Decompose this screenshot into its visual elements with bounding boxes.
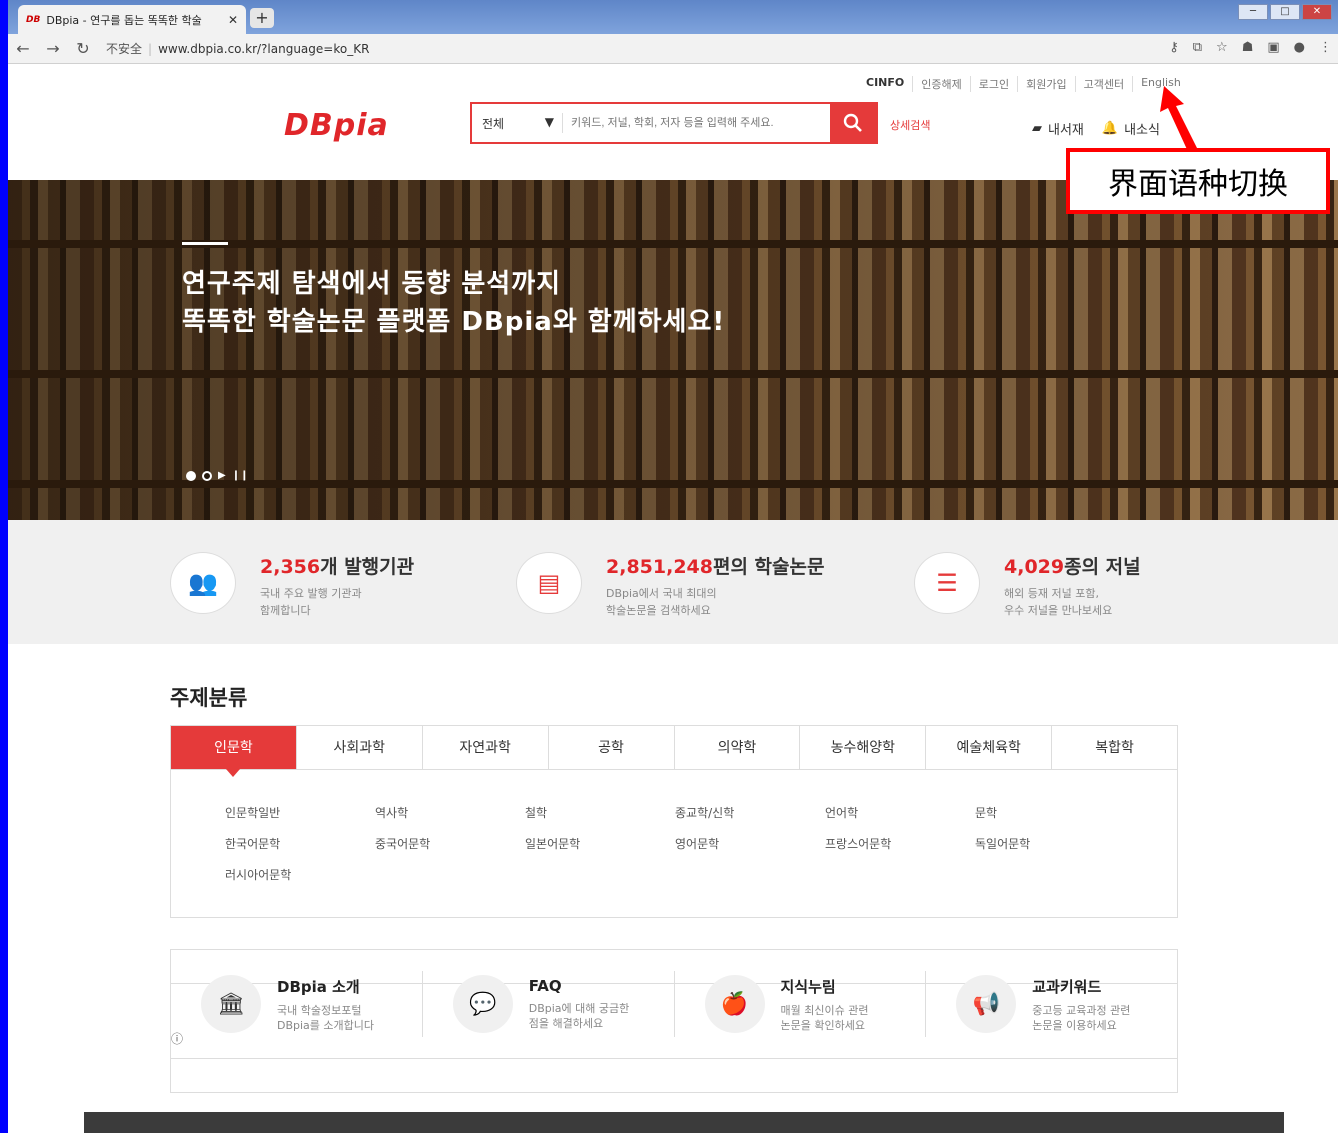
url-field[interactable]: ⓘ 不安全 | www.dbpia.co.kr/?language=ko_KR bbox=[106, 40, 1178, 1093]
search-box: 전체 ▼ bbox=[470, 102, 878, 144]
tab-bar: DB DBpia - 연구를 돕는 똑똑한 학술 ✕ + ─ □ ✕ bbox=[8, 0, 1338, 34]
info-keywords[interactable]: 📢 교과키워드 중고등 교육과정 관련 논문을 이용하세요 bbox=[925, 971, 1177, 1037]
toplink-signup[interactable]: 회원가입 bbox=[1017, 76, 1074, 92]
dropdown-arrow-icon: ▼ bbox=[544, 114, 554, 129]
my-library-link[interactable]: ▰ 내서재 bbox=[1032, 119, 1084, 138]
document-icon: ▤ bbox=[516, 552, 582, 614]
subject-box: 인문학 사회과학 자연과학 공학 의약학 농수해양학 예술체육학 복합학 인문학… bbox=[170, 725, 1178, 918]
key-icon[interactable]: ⚷ bbox=[1169, 40, 1179, 55]
my-news-link[interactable]: 🔔 내소식 bbox=[1102, 119, 1160, 138]
search-icon bbox=[843, 113, 862, 132]
building-icon: 🏛 bbox=[201, 975, 261, 1033]
books-icon: ☰ bbox=[914, 552, 980, 614]
info-section: 🏛 DBpia 소개 국내 학술정보포털 DBpia를 소개합니다 💬 FAQ DBp… bbox=[170, 949, 1178, 1059]
subject-item[interactable]: 러시아어문학 bbox=[225, 866, 375, 883]
search-button[interactable] bbox=[830, 103, 876, 143]
info-knowledge[interactable]: 🍎 지식누림 매월 최신이슈 관련 논문을 확인하세요 bbox=[673, 971, 926, 1037]
bookmark-star-icon[interactable]: ☆ bbox=[1216, 40, 1228, 55]
tab-arts[interactable]: 예술체육학 bbox=[925, 726, 1051, 769]
tab-agriculture[interactable]: 농수해양학 bbox=[799, 726, 925, 769]
tab-natural-science[interactable]: 자연과학 bbox=[421, 726, 548, 769]
subject-item[interactable]: 인문학일반 bbox=[225, 804, 375, 821]
favicon-icon: DB bbox=[26, 14, 41, 25]
subject-item[interactable]: 프랑스어문학 bbox=[825, 835, 975, 852]
tab-humanities[interactable]: 인문학 bbox=[171, 726, 296, 777]
subject-item[interactable]: 한국어문학 bbox=[225, 835, 375, 852]
address-bar: ← → ↻ ⓘ 不安全 | www.dbpia.co.kr/?language=… bbox=[8, 34, 1338, 1093]
top-links: CINFO 인증해제 로그인 회원가입 고객센터 English bbox=[858, 76, 1189, 92]
translate-icon[interactable]: ⧉ bbox=[1193, 40, 1202, 55]
annotation-arrow-icon bbox=[1160, 86, 1200, 156]
search-input[interactable] bbox=[562, 113, 830, 133]
subject-items: 인문학일반 역사학 철학 종교학/신학 언어학 문학 한국어문학 중국어문학 일… bbox=[225, 804, 1125, 883]
subject-item[interactable]: 중국어문학 bbox=[375, 835, 525, 852]
user-menu: ▰ 내서재 🔔 내소식 bbox=[1032, 119, 1160, 138]
tab-medicine[interactable]: 의약학 bbox=[673, 726, 800, 769]
annotation-label: 界面语种切换 bbox=[1066, 148, 1330, 214]
bell-icon: 🔔 bbox=[1101, 121, 1119, 136]
carousel-controls: ▶ ❙❙ bbox=[186, 470, 248, 481]
stat-papers: ▤ 2,851,248편의 학술논문 DBpia에서 국내 최대의 학술논문을 검… bbox=[516, 552, 824, 619]
menu-icon[interactable]: ⋮ bbox=[1319, 40, 1332, 55]
browser-tab[interactable]: DB DBpia - 연구를 돕는 똑똑한 학술 ✕ bbox=[18, 5, 246, 34]
megaphone-icon: 📢 bbox=[956, 975, 1017, 1033]
dbpia-logo[interactable]: DBpia bbox=[284, 108, 389, 143]
back-icon[interactable]: ← bbox=[8, 39, 38, 58]
subject-item[interactable]: 독일어문학 bbox=[975, 835, 1125, 852]
toplink-auth-release[interactable]: 인증해제 bbox=[912, 76, 969, 92]
hero-line-1: 연구주제 탐색에서 동향 분석까지 bbox=[182, 269, 562, 299]
hero-text: 연구주제 탐색에서 동향 분석까지 똑똑한 학술논문 플랫폼 DBpia와 함께… bbox=[182, 242, 725, 341]
pause-icon[interactable]: ❙❙ bbox=[232, 470, 249, 481]
stats-section: 👥 2,356개 발행기관 국내 주요 발행 기관과 함께합니다 ▤ 2,851,… bbox=[8, 520, 1338, 644]
profile-icon[interactable]: ● bbox=[1294, 40, 1305, 55]
url-text[interactable]: www.dbpia.co.kr/?language=ko_KR bbox=[158, 42, 369, 56]
subject-item[interactable]: 언어학 bbox=[825, 804, 975, 821]
subject-item[interactable]: 문학 bbox=[975, 804, 1125, 821]
apple-books-icon: 🍎 bbox=[704, 975, 765, 1033]
subject-tabs: 인문학 사회과학 자연과학 공학 의약학 농수해양학 예술체육학 복합학 bbox=[171, 726, 1177, 777]
new-tab-button[interactable]: + bbox=[250, 8, 274, 28]
tab-engineering[interactable]: 공학 bbox=[547, 726, 674, 769]
carousel-dot-2[interactable] bbox=[202, 470, 212, 481]
play-icon[interactable]: ▶ bbox=[218, 470, 226, 481]
toolbar-icons: ⚷ ⧉ ☆ ☗ ▣ ● ⋮ bbox=[1169, 40, 1332, 55]
carousel-dot-1[interactable] bbox=[186, 470, 196, 481]
chat-icon: 💬 bbox=[452, 975, 513, 1033]
search-scope-select[interactable]: 전체 ▼ bbox=[472, 115, 562, 132]
library-icon: ▰ bbox=[1032, 121, 1042, 136]
advanced-search-link[interactable]: 상세검색 bbox=[890, 117, 930, 133]
subject-item[interactable]: 종교학/신학 bbox=[675, 804, 825, 821]
info-faq[interactable]: 💬 FAQ DBpia에 대해 궁금한 점을 해결하세요 bbox=[421, 971, 674, 1037]
footer-bar bbox=[84, 1112, 1284, 1133]
window-controls: ─ □ ✕ bbox=[1238, 4, 1332, 20]
people-icon: 👥 bbox=[170, 552, 236, 614]
info-about[interactable]: 🏛 DBpia 소개 국내 학술정보포털 DBpia를 소개합니다 bbox=[171, 971, 422, 1037]
toplink-cinfo[interactable]: CINFO bbox=[858, 76, 912, 92]
hero-banner: 연구주제 탐색에서 동향 분석까지 똑똑한 학술논문 플랫폼 DBpia와 함께… bbox=[8, 180, 1338, 520]
subject-item[interactable]: 역사학 bbox=[375, 804, 525, 821]
subject-item[interactable]: 영어문학 bbox=[675, 835, 825, 852]
close-tab-icon[interactable]: ✕ bbox=[228, 13, 238, 27]
minimize-button[interactable]: ─ bbox=[1238, 4, 1268, 20]
subject-title: 주제분류 bbox=[170, 686, 248, 710]
new-extension-icon[interactable]: ▣ bbox=[1267, 40, 1279, 55]
toplink-login[interactable]: 로그인 bbox=[969, 76, 1017, 92]
stat-publishers: 👥 2,356개 발행기관 국내 주요 발행 기관과 함께합니다 bbox=[170, 552, 414, 619]
tab-social-science[interactable]: 사회과학 bbox=[295, 726, 422, 769]
hero-line-2: 똑똑한 학술논문 플랫폼 DBpia와 함께하세요! bbox=[182, 307, 726, 337]
stat-journals: ☰ 4,029종의 저널 해외 등재 저널 포함, 우수 저널을 만나보세요 bbox=[914, 552, 1141, 619]
forward-icon[interactable]: → bbox=[38, 39, 68, 58]
subject-item[interactable]: 철학 bbox=[525, 804, 675, 821]
insecure-label: 不安全 bbox=[106, 42, 143, 56]
browser-window: DB DBpia - 연구를 돕는 똑똑한 학술 ✕ + ─ □ ✕ ← → ↻… bbox=[8, 0, 1338, 1133]
maximize-button[interactable]: □ bbox=[1270, 4, 1300, 20]
toplink-support[interactable]: 고객센터 bbox=[1074, 76, 1132, 92]
extension-icon[interactable]: ☗ bbox=[1242, 40, 1254, 55]
tab-interdisciplinary[interactable]: 복합학 bbox=[1051, 726, 1177, 769]
reload-icon[interactable]: ↻ bbox=[68, 39, 98, 58]
close-window-button[interactable]: ✕ bbox=[1302, 4, 1332, 20]
subject-item[interactable]: 일본어문학 bbox=[525, 835, 675, 852]
tab-title: DBpia - 연구를 돕는 똑똑한 학술 bbox=[46, 13, 202, 27]
